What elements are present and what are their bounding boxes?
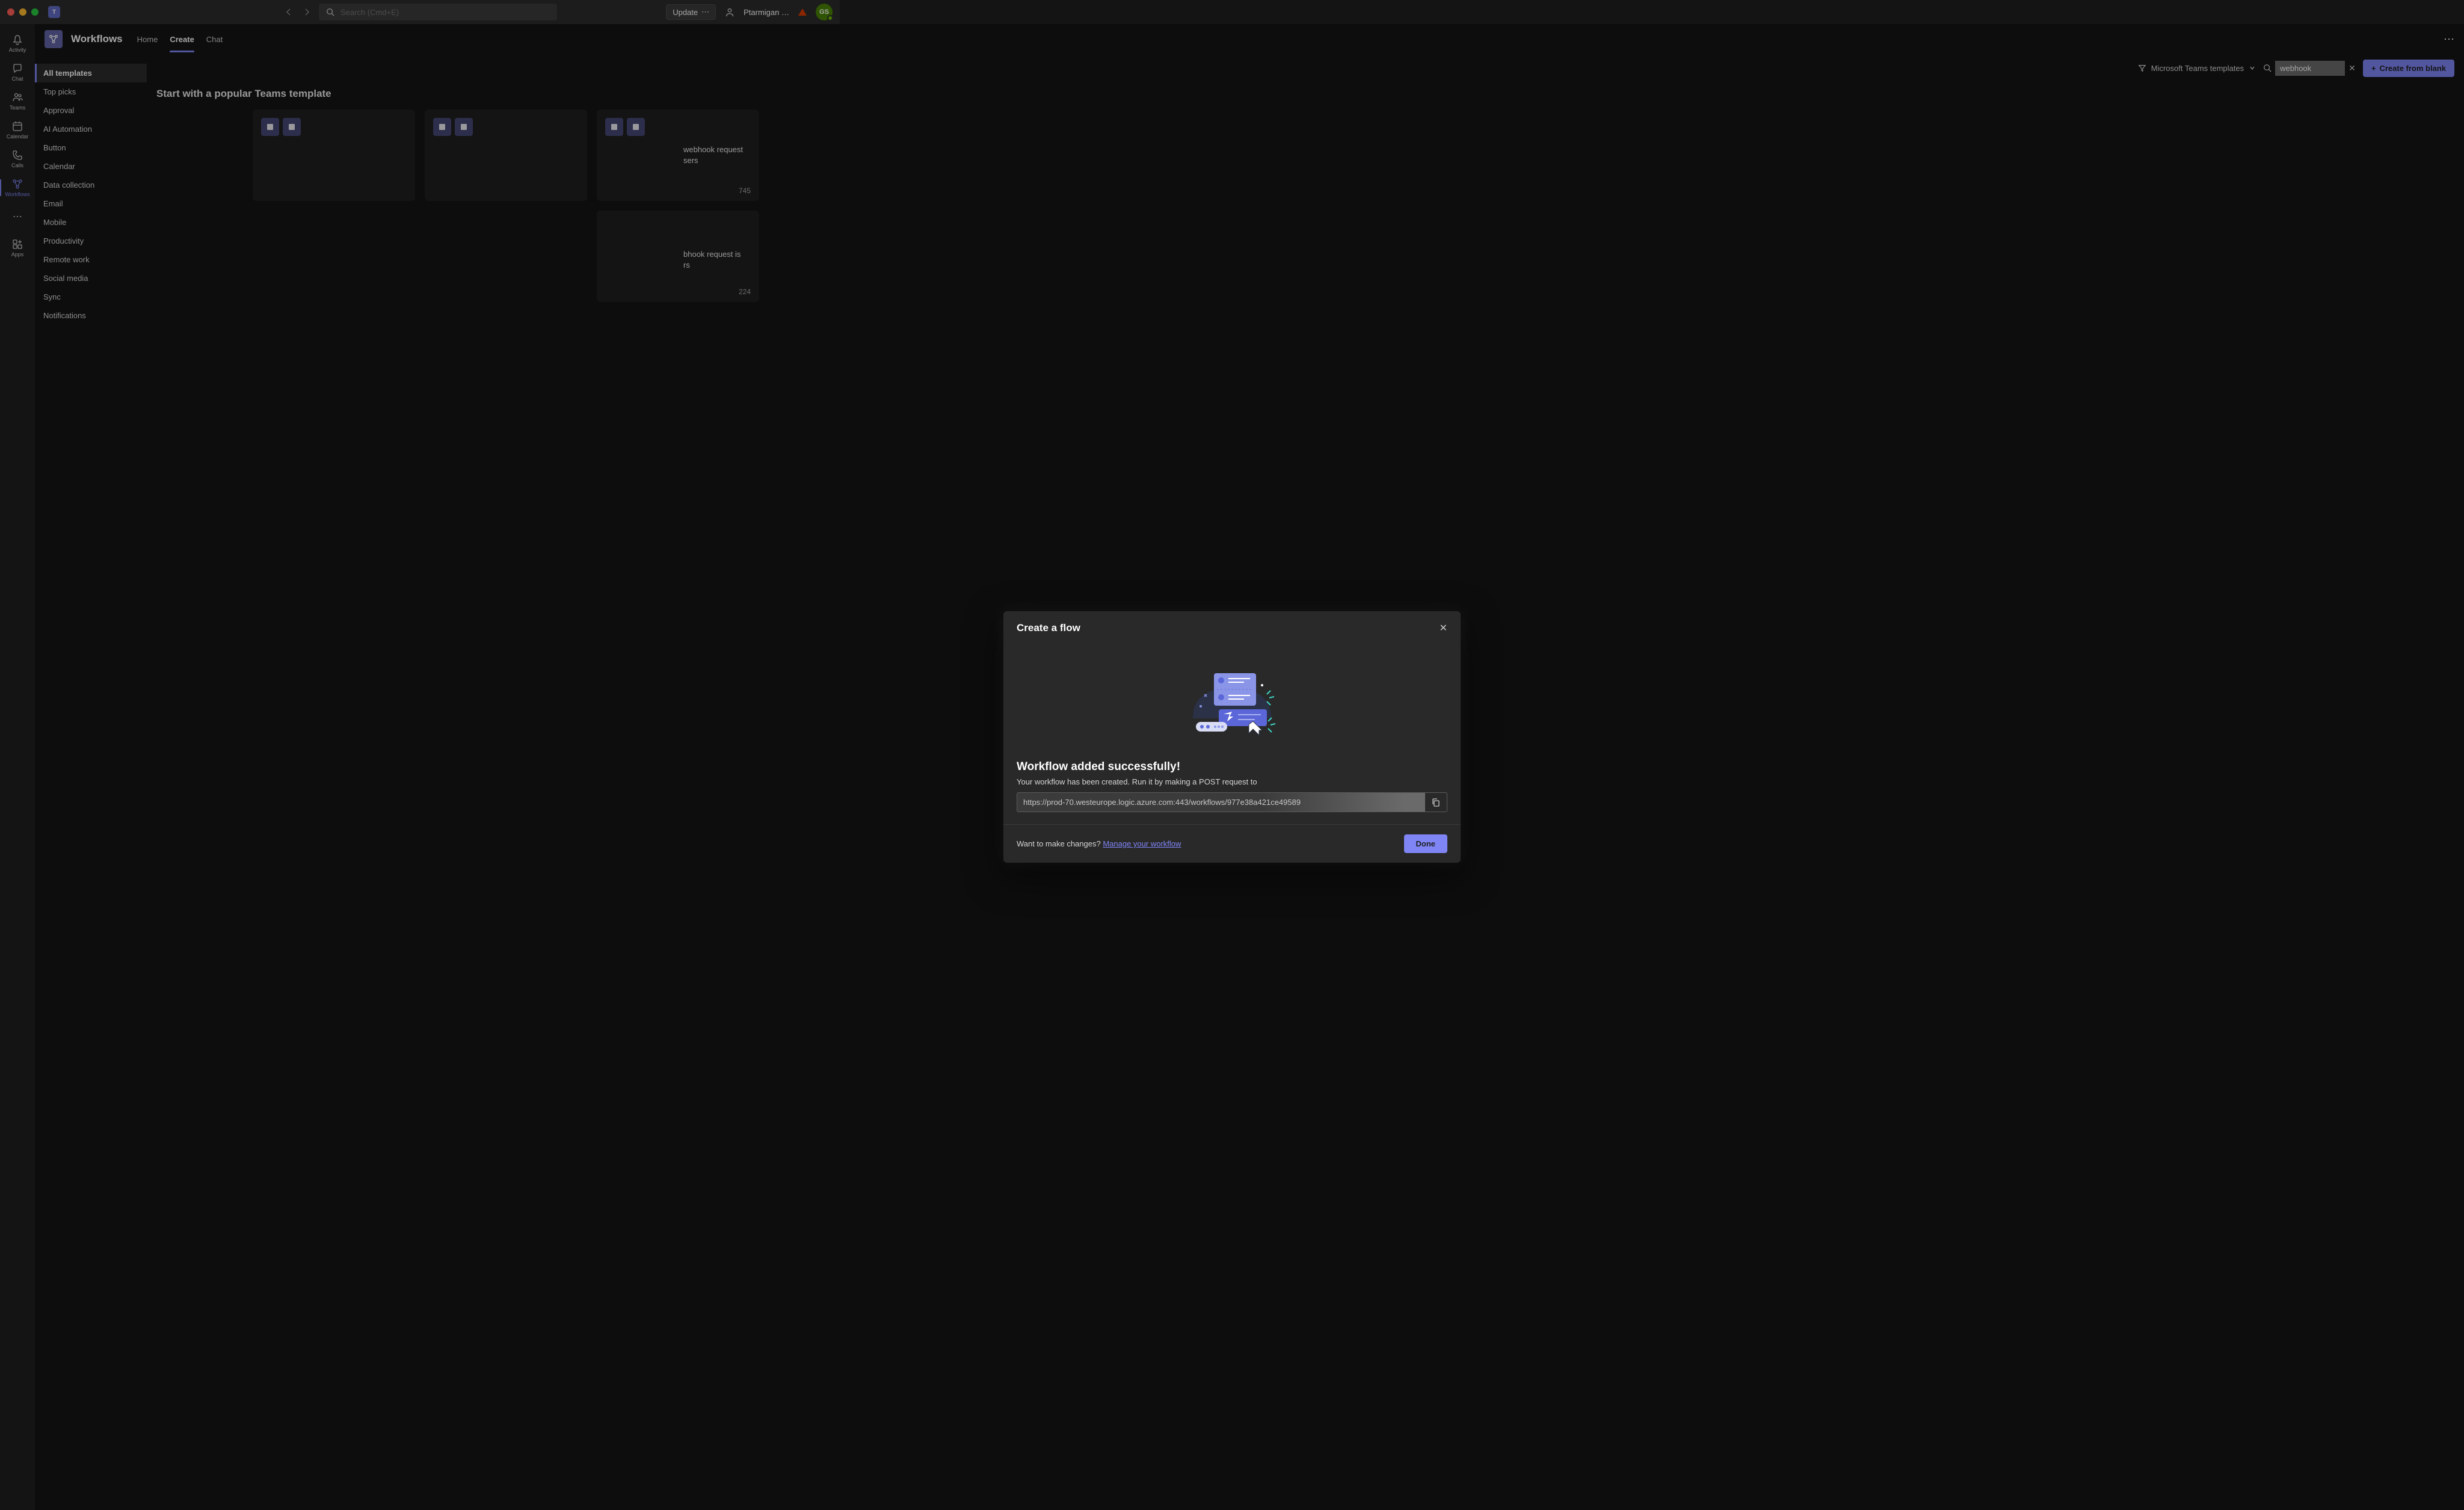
modal-title: Create a flow — [1017, 622, 1080, 634]
success-subtitle: Your workflow has been created. Run it b… — [1017, 777, 1447, 786]
manage-workflow-link[interactable]: Manage your workflow — [1103, 839, 1181, 848]
footer-text: Want to make changes? Manage your workfl… — [1017, 839, 1181, 848]
webhook-url-field[interactable] — [1017, 793, 1425, 812]
modal-backdrop: Create a flow ✕ — [0, 0, 2464, 1510]
webhook-url-box — [1017, 792, 1447, 812]
success-title: Workflow added successfully! — [1017, 760, 1447, 774]
done-button[interactable]: Done — [1404, 834, 1448, 853]
success-illustration — [1017, 664, 1447, 736]
modal-close-button[interactable]: ✕ — [1440, 622, 1447, 634]
copy-url-button[interactable] — [1425, 798, 1447, 807]
create-flow-modal: Create a flow ✕ — [1003, 611, 1461, 863]
